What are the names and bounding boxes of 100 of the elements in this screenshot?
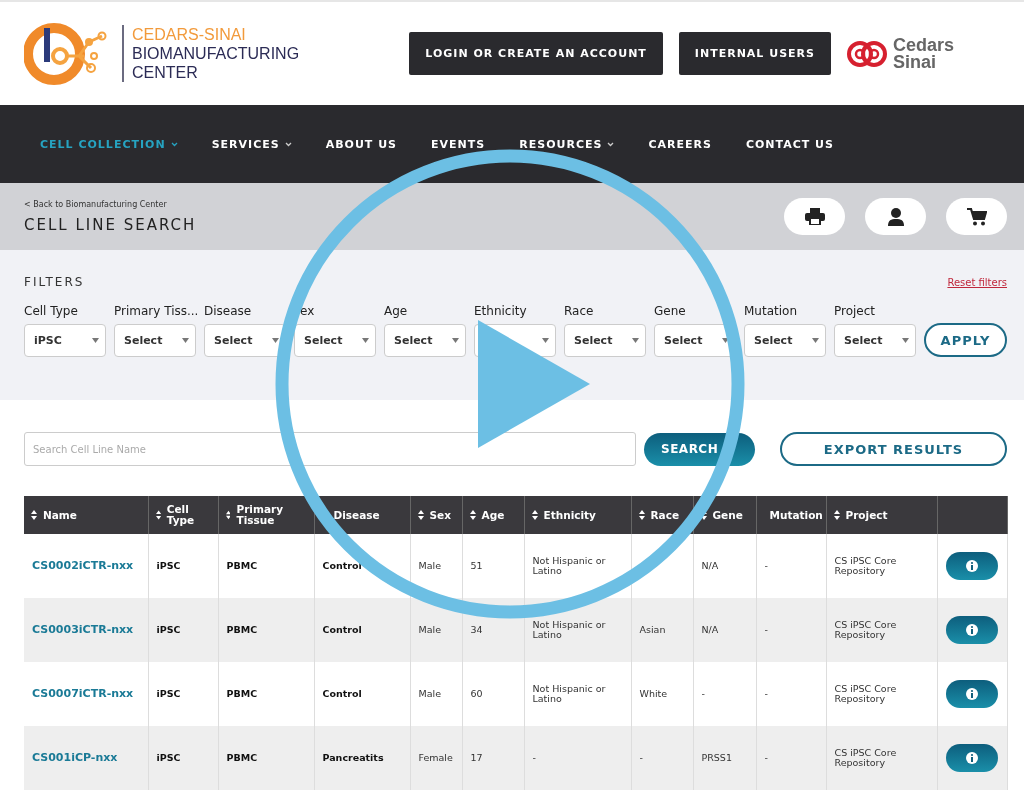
filter-dropdown[interactable]: iPSC	[24, 324, 106, 357]
table-cell: PRSS1	[701, 752, 732, 763]
table-cell: Control	[322, 560, 362, 571]
info-icon	[965, 560, 978, 572]
info-button[interactable]	[945, 680, 998, 708]
table-cell: iPSC	[156, 688, 181, 699]
dropdown-arrow-icon	[182, 338, 189, 343]
sort-icon[interactable]	[469, 510, 476, 520]
info-button[interactable]	[945, 616, 998, 644]
column-header: Ethnicity	[543, 509, 596, 521]
info-button[interactable]	[945, 744, 998, 772]
table-cell: -	[701, 688, 705, 699]
search-field[interactable]: Search Cell Line Name	[24, 432, 636, 466]
reset-filters-link[interactable]: Reset filters	[947, 276, 1007, 288]
info-icon	[965, 624, 978, 636]
table-cell: -	[764, 688, 768, 699]
table-cell: -	[532, 752, 536, 763]
cart-button[interactable]	[946, 198, 1007, 235]
column-header: Gene	[712, 509, 743, 521]
sort-icon[interactable]	[700, 510, 707, 520]
filter-dropdown[interactable]: Select	[834, 324, 916, 357]
filter-label: ex	[299, 304, 316, 318]
print-button[interactable]	[784, 198, 845, 235]
table-cell: 34	[470, 624, 483, 635]
table-cell: N/A	[701, 624, 719, 635]
table-cell: Male	[418, 688, 441, 699]
cell-line-link[interactable]: CS0007iCTR-nxx	[32, 687, 134, 700]
nav-item[interactable]: CELL COLLECTION	[40, 137, 178, 151]
table-cell: PBMC	[226, 624, 258, 635]
filter-dropdown[interactable]: Select	[114, 324, 196, 357]
sort-icon[interactable]	[417, 510, 424, 520]
table-cell: Pancreatits	[322, 752, 384, 763]
table-cell: Male	[418, 560, 441, 571]
nav-item[interactable]: EVENTS	[431, 137, 486, 151]
brand-name: BIOMANUFACTURING	[132, 44, 300, 63]
table-cell: -	[764, 752, 768, 763]
filter-dropdown[interactable]: Select	[204, 324, 286, 357]
table-cell: Not Hispanic or Latino	[532, 683, 606, 704]
account-button[interactable]	[865, 198, 926, 235]
dropdown-arrow-icon	[452, 338, 459, 343]
filter-label: Mutation	[744, 304, 798, 318]
user-icon	[887, 207, 904, 226]
nav-item[interactable]: SERVICES	[211, 137, 292, 151]
nav-item[interactable]: CONTACT US	[745, 137, 834, 151]
table-cell: PBMC	[226, 560, 258, 571]
column-header: Project	[845, 509, 888, 521]
table-cell: 51	[470, 560, 483, 571]
header-button[interactable]: LOGIN OR CREATE AN ACCOUNT	[409, 32, 663, 75]
cell-line-link[interactable]: CS0003iCTR-nxx	[32, 623, 134, 636]
table-cell: 60	[470, 688, 483, 699]
filter-dropdown[interactable]: Select	[744, 324, 826, 357]
table-cell: Not Hispanic or Latino	[532, 619, 606, 640]
nav-item[interactable]: ABOUT US	[325, 137, 398, 151]
table-cell: PBMC	[226, 752, 258, 763]
table-cell: White	[639, 688, 668, 699]
table-cell: iPSC	[156, 624, 181, 635]
table-cell: iPSC	[156, 752, 181, 763]
column-header: Sex	[429, 509, 451, 521]
table-cell: -	[764, 624, 768, 635]
table-cell: Control	[322, 624, 362, 635]
filter-label: Age	[384, 304, 409, 318]
back-link[interactable]: < Back to Biomanufacturing Center	[24, 199, 197, 209]
sort-icon[interactable]	[225, 510, 231, 520]
nav-item[interactable]: CAREERS	[648, 137, 712, 151]
table-cell: N/A	[701, 560, 719, 571]
filter-dropdown[interactable]: Select	[384, 324, 466, 357]
cell-line-link[interactable]: CS0002iCTR-nxx	[32, 559, 134, 572]
sort-icon[interactable]	[531, 510, 538, 520]
dropdown-arrow-icon	[92, 338, 99, 343]
filter-label: Cell Type	[24, 304, 79, 318]
partner-logo-text: Cedars	[892, 36, 954, 54]
cell-line-link[interactable]: CS001iCP-nxx	[32, 751, 118, 764]
export-results-button[interactable]: EXPORT RESULTS	[780, 432, 1007, 466]
apply-button[interactable]: APPLY	[924, 323, 1007, 357]
page-title: CELL LINE SEARCH	[24, 215, 197, 234]
table-cell: CS iPSC Core Repository	[834, 747, 897, 768]
column-header: Race	[650, 509, 680, 521]
table-cell: -	[764, 560, 768, 571]
filter-label: Project	[834, 304, 877, 318]
dropdown-arrow-icon	[542, 338, 549, 343]
table-cell: Control	[322, 688, 362, 699]
partner-logo-text: Sinai	[892, 53, 937, 71]
cart-icon	[966, 207, 987, 226]
table-cell: Not Hispanic or Latino	[532, 555, 606, 576]
dropdown-arrow-icon	[722, 338, 729, 343]
table-cell: 17	[470, 752, 483, 763]
header-button[interactable]: INTERNAL USERS	[678, 32, 831, 75]
info-button[interactable]	[945, 552, 998, 580]
filter-dropdown[interactable]: Select	[564, 324, 646, 357]
column-header: Age	[481, 509, 505, 521]
column-header: Cell Type	[166, 504, 196, 526]
sort-icon[interactable]	[833, 510, 840, 520]
sort-icon[interactable]	[31, 510, 37, 520]
info-icon	[965, 752, 978, 764]
dropdown-arrow-icon	[902, 338, 909, 343]
filter-dropdown[interactable]: Select	[294, 324, 376, 357]
nav-item[interactable]: RESOURCES	[519, 137, 615, 151]
sort-icon[interactable]	[155, 510, 161, 520]
sort-icon[interactable]	[638, 510, 645, 520]
table-cell: CS iPSC Core Repository	[834, 619, 897, 640]
